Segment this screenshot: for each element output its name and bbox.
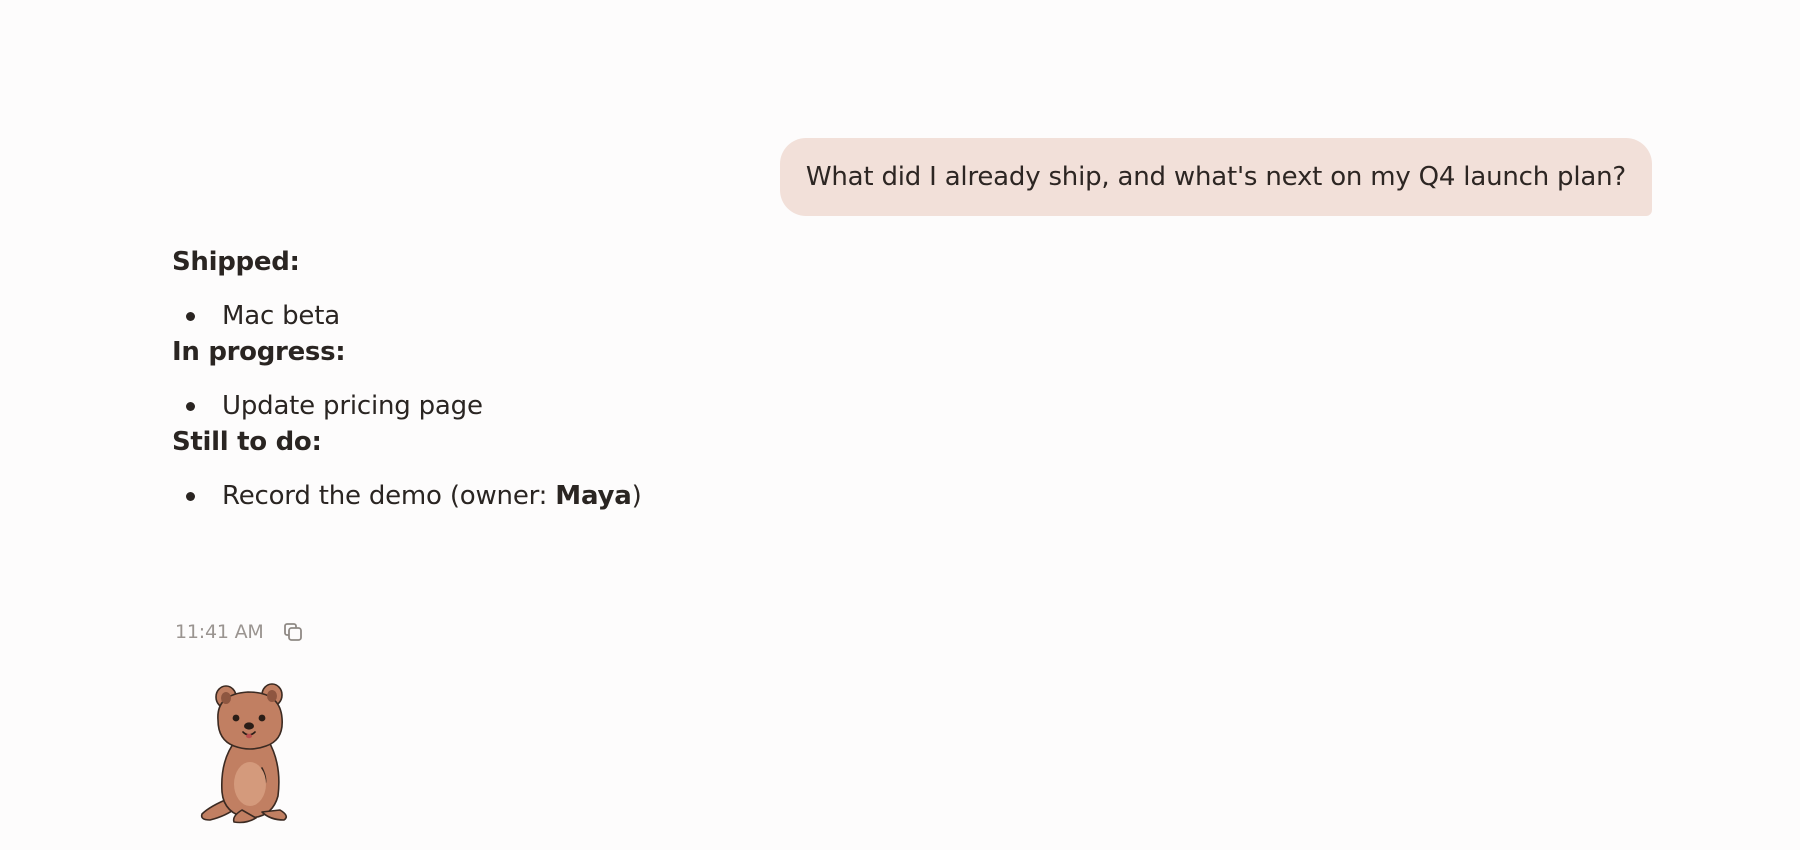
chat-page: What did I already ship, and what's next… <box>0 0 1800 850</box>
message-meta: 11:41 AM <box>175 618 306 646</box>
assistant-reply: Shipped: Mac beta In progress: Update pr… <box>172 244 1072 514</box>
quokka-mascot-image <box>200 683 288 824</box>
list-item: Mac beta <box>172 298 1072 334</box>
section-heading: In progress: <box>172 337 346 367</box>
list-item-suffix: ) <box>631 481 642 511</box>
list-item-text: Record the demo (owner: <box>222 481 556 511</box>
owner-name: Maya <box>555 481 632 511</box>
bullet-dot <box>186 312 195 321</box>
user-message-bubble: What did I already ship, and what's next… <box>779 138 1652 216</box>
list-item-text: Mac beta <box>222 301 340 331</box>
reply-section-in-progress: In progress: Update pricing page <box>172 334 1072 424</box>
list-item-text: Update pricing page <box>222 391 483 421</box>
copy-button[interactable] <box>280 619 306 645</box>
list-item: Record the demo (owner: Maya) <box>172 478 1072 514</box>
quokka-mascot <box>196 680 304 825</box>
message-timestamp: 11:41 AM <box>175 621 264 643</box>
reply-section-still-to-do: Still to do: Record the demo (owner: May… <box>172 424 1072 514</box>
section-heading: Still to do: <box>172 427 322 457</box>
list-item: Update pricing page <box>172 388 1072 424</box>
bullet-dot <box>186 492 195 501</box>
section-heading: Shipped: <box>172 247 300 277</box>
reply-section-shipped: Shipped: Mac beta <box>172 244 1072 334</box>
user-message-text: What did I already ship, and what's next… <box>805 162 1626 192</box>
copy-icon <box>283 623 302 641</box>
bullet-dot <box>186 402 195 411</box>
